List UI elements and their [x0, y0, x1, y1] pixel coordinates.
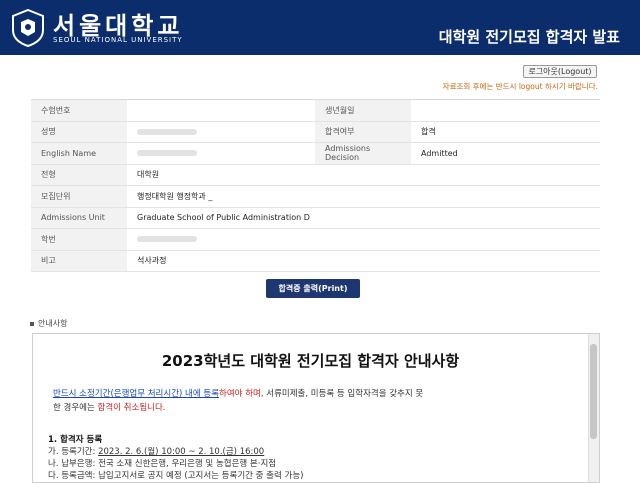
- notice-section-label: 안내사항: [30, 318, 67, 329]
- print-certificate-button[interactable]: 합격증 출력(Print): [266, 279, 360, 298]
- logout-notice: 자료조회 후에는 반드시 logout 하시기 바랍니다.: [442, 82, 598, 91]
- table-row: 성명 합격여부 합격: [31, 121, 600, 143]
- scrollbar-thumb[interactable]: [590, 344, 597, 439]
- note-label: 비고: [31, 250, 127, 272]
- page-title: 대학원 전기모집 합격자 발표: [438, 28, 620, 46]
- result-label: 합격여부: [315, 121, 411, 143]
- unit-label: 모집단위: [31, 185, 127, 208]
- birth-date-label: 생년월일: [315, 99, 411, 122]
- name-value: [127, 121, 315, 143]
- english-name-label: English Name: [31, 142, 127, 165]
- registration-required-text: 하여야 하며,: [219, 389, 264, 399]
- payment-bank-line: 나. 납부은행: 전국 소재 신한은행, 우리은행 및 농협은행 본·지점: [48, 459, 277, 469]
- redacted-mark: [137, 128, 197, 135]
- admission-decision-label: Admissions Decision: [315, 142, 411, 165]
- table-row: 비고 석사과정: [31, 250, 600, 272]
- registration-period-line: 가. 등록기간: 2023. 2. 6.(월) 10:00 ~ 2. 10.(금…: [48, 445, 264, 457]
- student-number-value: [127, 228, 600, 251]
- section-heading: 1. 합격자 등록: [48, 435, 103, 445]
- notice-title: 2023학년도 대학원 전기모집 합격자 안내사항: [161, 352, 460, 370]
- logo-english-text: SEOUL NATIONAL UNIVERSITY: [53, 36, 183, 44]
- redacted-mark: [137, 150, 197, 157]
- header: 서울대학교 SEOUL NATIONAL UNIVERSITY 대학원 전기모집…: [0, 0, 640, 55]
- exam-number-value: [127, 99, 315, 122]
- result-value: 합격: [411, 121, 600, 143]
- scrollbar[interactable]: [588, 334, 599, 482]
- notice-text: 한 경우에는: [53, 403, 98, 413]
- registration-period-value: 2023. 2. 6.(월) 10:00 ~ 2. 10.(금) 16:00: [98, 447, 265, 457]
- table-row: 모집단위 행정대학원 행정학과 _: [31, 185, 600, 208]
- logout-button[interactable]: 로그아웃(Logout): [523, 65, 597, 78]
- note-value: 석사과정: [127, 250, 600, 272]
- notice-box[interactable]: 2023학년도 대학원 전기모집 합격자 안내사항 반드시 소정기간(은행업무 …: [32, 333, 600, 483]
- exam-number-label: 수험번호: [31, 99, 127, 122]
- notice-paragraph: 반드시 소정기간(은행업무 처리시간) 내에 등록하여야 하며, 서류미제출, …: [53, 387, 583, 415]
- table-row: 학번: [31, 228, 600, 251]
- admission-decision-value: Admitted: [411, 142, 600, 165]
- name-label: 성명: [31, 121, 127, 143]
- table-row: 수험번호 생년월일: [31, 99, 600, 122]
- registration-period-label: 가. 등록기간:: [48, 447, 96, 457]
- english-name-value: [127, 142, 315, 165]
- registration-deadline-text: 반드시 소정기간(은행업무 처리시간) 내에 등록: [53, 389, 220, 399]
- redacted-mark: [137, 236, 197, 243]
- table-row: 전형 대학원: [31, 164, 600, 186]
- table-row: English Name Admissions Decision Admitte…: [31, 142, 600, 165]
- program-label: 전형: [31, 164, 127, 186]
- admission-cancel-text: 합격이 취소됩니다.: [97, 403, 166, 413]
- program-value: 대학원: [127, 164, 600, 186]
- birth-date-value: [411, 99, 600, 122]
- notice-text: 서류미제출, 미등록 등 입학자격을 갖추지 못: [263, 389, 424, 399]
- unit-english-value: Graduate School of Public Administration…: [127, 207, 600, 229]
- applicant-info-table: 수험번호 생년월일 성명 합격여부 합격 English Name Admiss…: [31, 99, 600, 272]
- payment-amount-line: 다. 등록금액: 납입고지서로 공지 예정 (고지서는 등록기간 중 출력 가능…: [48, 471, 304, 481]
- table-row: Admissions Unit Graduate School of Publi…: [31, 207, 600, 229]
- university-emblem-icon: [12, 8, 44, 48]
- unit-value: 행정대학원 행정학과 _: [127, 185, 600, 208]
- student-number-label: 학번: [31, 228, 127, 251]
- unit-english-label: Admissions Unit: [31, 207, 127, 229]
